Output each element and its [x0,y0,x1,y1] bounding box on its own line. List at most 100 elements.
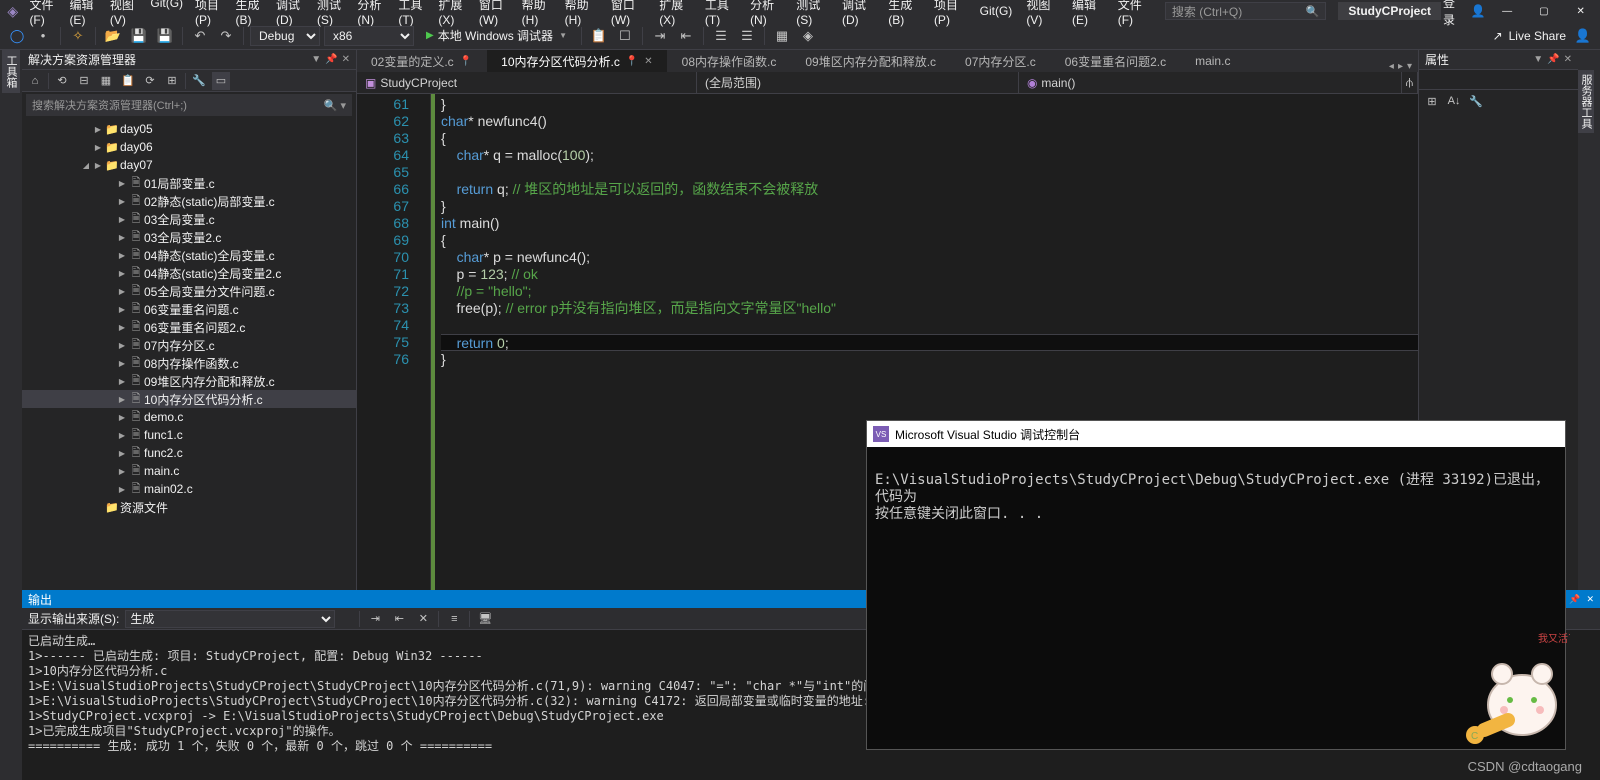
tree-item[interactable]: 📁资源文件 [22,498,356,516]
menu-item[interactable]: 窗口(W) [473,0,516,29]
panel-close-icon[interactable]: ✕ [1564,54,1572,65]
global-search-input[interactable]: 搜索 (Ctrl+Q) 🔍 [1165,2,1326,20]
admin-icon[interactable]: 👤 [1572,25,1594,47]
live-share-button[interactable]: Live Share [1509,29,1566,43]
server-tools-tab[interactable]: 服务器工具 [1578,70,1594,133]
tree-item[interactable]: ▶🗎03全局变量.c [22,210,356,228]
menu-视图(V)[interactable]: 视图(V) [1020,0,1064,29]
tb-icon-2[interactable]: ☐ [614,25,636,47]
menu-item[interactable]: 测试(S) [311,0,351,29]
properties-object-select[interactable] [1419,70,1578,90]
sync-icon[interactable]: ⟲ [53,72,71,90]
pin-icon[interactable]: 📍 [460,56,472,67]
tree-item[interactable]: ▶🗎04静态(static)全局变量.c [22,246,356,264]
tree-item[interactable]: ▶🗎06变量重名问题2.c [22,318,356,336]
tb-icon-8[interactable]: ◈ [797,25,819,47]
panel-close-icon[interactable]: ✕ [342,54,350,65]
menu-item[interactable]: 分析(N) [351,0,392,29]
tree-item[interactable]: ▶🗎04静态(static)全局变量2.c [22,264,356,282]
tree-item[interactable]: ▶🗎main.c [22,462,356,480]
open-icon[interactable]: 📂 [102,25,124,47]
alphabetical-icon[interactable]: A↓ [1445,92,1463,110]
save-all-icon[interactable]: 💾 [154,25,176,47]
tree-item[interactable]: ▶🗎09堆区内存分配和释放.c [22,372,356,390]
save-icon[interactable]: 💾 [128,25,150,47]
menu-文件(F)[interactable]: 文件(F) [1112,0,1155,29]
tree-item[interactable]: ▶📁day06 [22,138,356,156]
tb-icon-1[interactable]: 📋 [588,25,610,47]
menu-编辑(E)[interactable]: 编辑(E) [1066,0,1110,29]
tree-item[interactable]: ▶🗎10内存分区代码分析.c [22,390,356,408]
pin-icon[interactable]: 📌 [325,54,337,65]
tree-item[interactable]: ▶🗎02静态(static)局部变量.c [22,192,356,210]
goto-icon[interactable]: ⇥ [366,610,384,628]
tree-item[interactable]: ▶🗎06变量重名问题.c [22,300,356,318]
tabs-dropdown-icon[interactable]: ▾ [1407,61,1412,72]
categorized-icon[interactable]: ⊞ [1423,92,1441,110]
document-tab[interactable]: main.c [1181,50,1245,72]
nav-back-icon[interactable]: ◯ [6,25,28,47]
property-pages-icon[interactable]: 🔧 [1467,92,1485,110]
new-project-icon[interactable]: ✧ [67,25,89,47]
wrap-icon[interactable]: ≡ [445,610,463,628]
props-icon[interactable]: 📋 [119,72,137,90]
close-icon[interactable]: ✕ [644,56,652,67]
maximize-button[interactable]: ▢ [1528,0,1559,22]
menu-item[interactable]: 工具(T) [392,0,432,29]
tree-item[interactable]: ▶🗎03全局变量2.c [22,228,356,246]
pin-icon[interactable]: 📍 [626,56,638,67]
clear-icon[interactable]: ✕ [414,610,432,628]
breadcrumb-project[interactable]: ▣StudyCProject [357,72,697,93]
solution-search-input[interactable]: 搜索解决方案资源管理器(Ctrl+;) 🔍 ▾ [26,94,352,116]
wrench-icon[interactable]: 🔧 [190,72,208,90]
menu-项目(P)[interactable]: 项目(P) [928,0,972,29]
cmd-icon[interactable]: 🖥 [476,610,494,628]
config-select[interactable]: Debug [250,26,320,46]
menu-Git(G)[interactable]: Git(G) [974,2,1019,20]
tree-item[interactable]: ▶🗎func2.c [22,444,356,462]
tb-icon-6[interactable]: ☰ [736,25,758,47]
tb-icon-4[interactable]: ⇤ [675,25,697,47]
pin-icon[interactable]: 📌 [1569,594,1580,605]
login-link[interactable]: 登录 [1443,0,1465,28]
platform-select[interactable]: x86 [324,26,414,46]
show-all-icon[interactable]: ▦ [97,72,115,90]
solution-name-dropdown[interactable]: StudyCProject [1338,2,1441,20]
tree-item[interactable]: ▶🗎01局部变量.c [22,174,356,192]
tree-item[interactable]: ▶🗎07内存分区.c [22,336,356,354]
redo-icon[interactable]: ↷ [215,25,237,47]
document-tab[interactable]: 10内存分区代码分析.c📍✕ [487,50,668,72]
document-tab[interactable]: 08内存操作函数.c [668,50,792,72]
tb-icon-7[interactable]: ▦ [771,25,793,47]
refresh-icon[interactable]: ⟳ [141,72,159,90]
undo-icon[interactable]: ↶ [189,25,211,47]
scroll-right-icon[interactable]: ▸ [1398,61,1403,72]
tree-item[interactable]: ▶🗎05全局变量分文件问题.c [22,282,356,300]
breadcrumb-member[interactable]: ◉main() [1019,72,1402,93]
start-debug-button[interactable]: ▶ 本地 Windows 调试器 ▼ [418,27,575,44]
tree-item[interactable]: ▶🗎demo.c [22,408,356,426]
menu-item[interactable]: 扩展(X) [432,0,472,29]
close-button[interactable]: ✕ [1565,0,1596,22]
nav-fwd-icon[interactable]: • [32,25,54,47]
menu-item[interactable]: 调试(D) [270,0,311,29]
tree-item[interactable]: ▶🗎08内存操作函数.c [22,354,356,372]
breadcrumb-scope[interactable]: (全局范围) [697,72,1019,93]
pin-icon[interactable]: 📌 [1547,54,1559,65]
tree-item[interactable]: ◢▶📁day07 [22,156,356,174]
menu-item[interactable]: 帮助(H) [516,0,557,29]
tree-item[interactable]: ▶🗎main02.c [22,480,356,498]
minimize-button[interactable]: — [1492,0,1523,22]
toolbox-tab[interactable]: 工具箱 [2,50,20,93]
debug-console-titlebar[interactable]: VS Microsoft Visual Studio 调试控制台 [867,421,1565,447]
debug-console-body[interactable]: E:\VisualStudioProjects\StudyCProject\De… [867,447,1565,531]
tb-icon-3[interactable]: ⇥ [649,25,671,47]
breadcrumb-split-icon[interactable]: ⫛ [1402,72,1418,93]
document-tab[interactable]: 06变量重名问题2.c [1051,50,1181,72]
menu-生成(B)[interactable]: 生成(B) [882,0,926,29]
scope-icon[interactable]: ⊞ [163,72,181,90]
collapse-icon[interactable]: ⊟ [75,72,93,90]
tree-item[interactable]: ▶📁day05 [22,120,356,138]
output-source-select[interactable]: 生成 [125,610,335,628]
panel-close-icon[interactable]: ✕ [1586,594,1594,605]
